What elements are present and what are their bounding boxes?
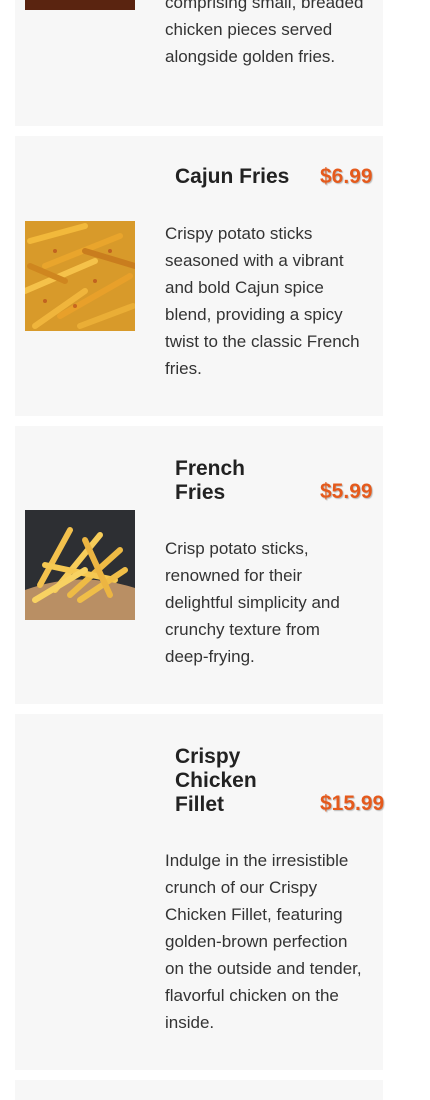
item-description: Crisp potato sticks, renowned for their … bbox=[165, 539, 340, 666]
chicken-bites-photo bbox=[25, 0, 135, 10]
item-name: French Fries bbox=[175, 457, 246, 504]
menu-item-card[interactable]: comprising small, breaded chicken pieces… bbox=[15, 0, 383, 126]
item-price: $6.99 bbox=[320, 165, 373, 188]
item-price: $15.99 bbox=[320, 792, 385, 815]
french-fries-photo bbox=[25, 510, 135, 620]
menu-page: comprising small, breaded chicken pieces… bbox=[0, 0, 430, 1100]
cajun-fries-photo bbox=[25, 221, 135, 331]
item-description: Crispy potato sticks seasoned with a vib… bbox=[165, 224, 360, 378]
menu-item-card[interactable]: French Fries $5.99 Crisp potato sticks, … bbox=[15, 426, 383, 704]
menu-item-card[interactable]: Cajun Fries $6.99 Crispy potato sticks s… bbox=[15, 136, 383, 416]
item-description: Indulge in the irresistible crunch of ou… bbox=[165, 851, 362, 1032]
item-price: $5.99 bbox=[320, 480, 373, 503]
item-name: Cajun Fries bbox=[175, 165, 290, 188]
item-name: Crispy Chicken Fillet bbox=[175, 745, 257, 816]
item-description: comprising small, breaded chicken pieces… bbox=[165, 0, 364, 66]
menu-item-card[interactable]: Crispy Chicken Fillet $15.99 Indulge in … bbox=[15, 714, 385, 1070]
menu-item-card[interactable] bbox=[15, 1080, 383, 1100]
